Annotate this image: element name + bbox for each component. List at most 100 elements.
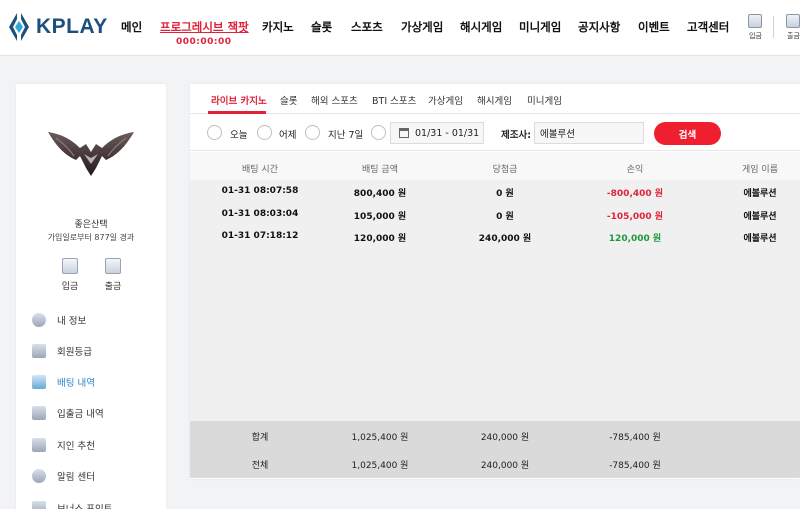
kplay-logo[interactable]: KPLAY xyxy=(6,10,108,44)
search-button[interactable]: 검색 xyxy=(654,122,721,145)
date-range-picker[interactable]: 01/31 - 01/31 xyxy=(390,122,484,144)
sidebar-item-notifications[interactable]: 알림 센터 xyxy=(32,467,162,485)
cell-amount: 120,000 원 xyxy=(353,234,407,244)
deposit-label[interactable]: 입금 xyxy=(749,31,762,41)
nav-main[interactable]: 메인 xyxy=(121,19,142,35)
betting-history-icon xyxy=(32,375,46,389)
tab-virtual-games[interactable]: 가상게임 xyxy=(428,93,463,107)
tab-hash-games[interactable]: 해시게임 xyxy=(477,93,512,107)
cell-win: 0 원 xyxy=(496,189,514,199)
table-totals: 합계 1,025,400 원 240,000 원 -785,400 원 전체 1… xyxy=(190,421,800,478)
user-join-days: 가입일로부터 877일 경과 xyxy=(47,233,135,242)
tab-slot[interactable]: 슬롯 xyxy=(280,93,297,107)
radio-custom-range[interactable] xyxy=(371,125,386,140)
tab-overseas-sports[interactable]: 해외 스포츠 xyxy=(311,93,358,107)
sidebar-deposit-label: 입금 xyxy=(61,282,79,292)
nav-customer-center[interactable]: 고객센터 xyxy=(687,19,729,35)
sidebar: 좋은산택 가입일로부터 877일 경과 입금 출금 내 정보 회원등급 배팅 내… xyxy=(16,84,166,509)
cell-amount: 105,000 원 xyxy=(353,212,407,222)
withdraw-label[interactable]: 출금 xyxy=(787,31,800,41)
bonus-icon xyxy=(32,501,46,509)
nav-sports[interactable]: 스포츠 xyxy=(351,19,383,35)
nav-slot[interactable]: 슬롯 xyxy=(311,19,332,35)
tab-bti-sports[interactable]: BTI 스포츠 xyxy=(372,93,416,107)
radio-last-7-days[interactable] xyxy=(305,125,320,140)
sidebar-item-bonus-points[interactable]: 보너스 포인트 xyxy=(32,499,162,509)
deposit-icon[interactable] xyxy=(748,14,762,28)
total-label: 전체 xyxy=(251,461,269,471)
radio-last-7-days-label[interactable]: 지난 7일 xyxy=(328,127,363,141)
sidebar-item-betting-history[interactable]: 배팅 내역 xyxy=(32,373,162,391)
cell-profit: -105,000 원 xyxy=(606,212,664,222)
table-header: 배팅 시간 배팅 금액 당첨금 손익 게임 이름 xyxy=(190,152,800,180)
sidebar-item-my-info[interactable]: 내 정보 xyxy=(32,311,162,329)
withdraw-icon[interactable] xyxy=(786,14,800,28)
sidebar-item-label: 배팅 내역 xyxy=(57,378,95,389)
sidebar-item-grade[interactable]: 회원등급 xyxy=(32,342,162,360)
sidebar-item-label: 보너스 포인트 xyxy=(57,501,112,509)
tab-mini-games[interactable]: 미니게임 xyxy=(527,93,562,107)
nav-virtual-games[interactable]: 가상게임 xyxy=(401,19,443,35)
betting-history-panel: 라이브 카지노 슬롯 해외 스포츠 BTI 스포츠 가상게임 해시게임 미니게임… xyxy=(190,84,800,479)
nav-progressive-jackpot[interactable]: 프로그레시브 잭팟 xyxy=(160,19,249,35)
cell-win: 240,000 원 xyxy=(478,234,532,244)
provider-label: 제조사: xyxy=(501,130,532,141)
user-rank-emblem-icon xyxy=(48,132,134,176)
cell-win: 0 원 xyxy=(496,212,514,222)
cell-time: 01-31 07:18:12 xyxy=(221,231,299,241)
sidebar-item-label: 알림 센터 xyxy=(57,472,95,483)
totals-row-sum: 합계 1,025,400 원 240,000 원 -785,400 원 xyxy=(190,421,800,449)
cell-profit: 120,000 원 xyxy=(608,234,662,244)
cell-amount: 800,400 원 xyxy=(353,189,407,199)
total-profit: -785,400 원 xyxy=(609,461,661,471)
user-icon xyxy=(32,313,46,327)
filter-bar: 오늘 어제 지난 7일 01/31 - 01/31 제조사: 검색 xyxy=(190,115,800,151)
column-header: 게임 이름 xyxy=(742,165,778,175)
column-header: 당첨금 xyxy=(492,165,518,175)
sidebar-item-label: 지인 추천 xyxy=(57,441,95,452)
total-amount: 1,025,400 원 xyxy=(351,461,409,471)
sidebar-item-transactions[interactable]: 입출금 내역 xyxy=(32,404,162,422)
active-tab-indicator xyxy=(208,111,266,114)
notification-icon xyxy=(32,469,46,483)
cell-game: 에볼루션 xyxy=(743,212,777,222)
nav-events[interactable]: 이벤트 xyxy=(638,19,670,35)
total-win: 240,000 원 xyxy=(480,433,530,443)
total-win: 240,000 원 xyxy=(480,461,530,471)
totals-row-all: 전체 1,025,400 원 240,000 원 -785,400 원 xyxy=(190,449,800,477)
sidebar-withdraw-label: 출금 xyxy=(104,282,122,292)
header-divider xyxy=(773,16,774,38)
sidebar-deposit-button[interactable]: 입금 xyxy=(55,258,85,292)
tab-live-casino[interactable]: 라이브 카지노 xyxy=(211,93,267,107)
cell-profit: -800,400 원 xyxy=(606,189,664,199)
provider-input[interactable] xyxy=(534,122,644,144)
column-header: 배팅 금액 xyxy=(362,165,398,175)
logo-mark-icon xyxy=(9,13,29,41)
radio-today[interactable] xyxy=(207,125,222,140)
nav-hash-games[interactable]: 해시게임 xyxy=(460,19,502,35)
nav-mini-games[interactable]: 미니게임 xyxy=(519,19,561,35)
sidebar-withdraw-button[interactable]: 출금 xyxy=(98,258,128,292)
radio-today-label[interactable]: 오늘 xyxy=(230,127,247,141)
game-category-tabs: 라이브 카지노 슬롯 해외 스포츠 BTI 스포츠 가상게임 해시게임 미니게임 xyxy=(190,84,800,114)
column-header: 손익 xyxy=(626,165,644,175)
grade-icon xyxy=(32,344,46,358)
jackpot-timer: 000:00:00 xyxy=(176,37,232,47)
sidebar-item-label: 회원등급 xyxy=(57,347,92,358)
total-profit: -785,400 원 xyxy=(609,433,661,443)
nav-notices[interactable]: 공지사항 xyxy=(578,19,620,35)
calendar-icon xyxy=(399,128,409,138)
referral-icon xyxy=(32,438,46,452)
cell-game: 에볼루션 xyxy=(743,189,777,199)
cell-time: 01-31 08:03:04 xyxy=(221,209,299,219)
radio-yesterday-label[interactable]: 어제 xyxy=(279,127,296,141)
wallet-withdraw-icon xyxy=(105,258,121,274)
total-amount: 1,025,400 원 xyxy=(351,433,409,443)
cell-game: 에볼루션 xyxy=(743,234,777,244)
wallet-deposit-icon xyxy=(62,258,78,274)
nav-casino[interactable]: 카지노 xyxy=(262,19,294,35)
date-range-value: 01/31 - 01/31 xyxy=(415,127,480,139)
total-label: 합계 xyxy=(251,433,269,443)
radio-yesterday[interactable] xyxy=(257,125,272,140)
sidebar-item-referral[interactable]: 지인 추천 xyxy=(32,436,162,454)
